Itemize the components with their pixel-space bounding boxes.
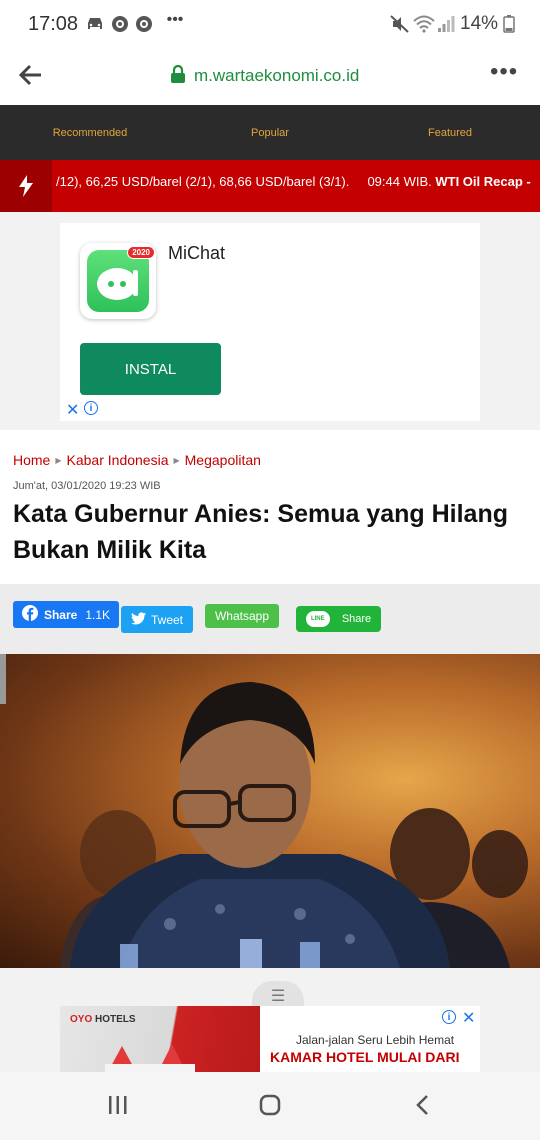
close-icon[interactable]: ✕ bbox=[66, 400, 79, 420]
app-name: MiChat bbox=[168, 243, 226, 263]
news-ticker[interactable]: /12), 66,25 USD/barel (2/1), 68,66 USD/b… bbox=[0, 160, 540, 212]
bottom-ad-area: ☰ OYO HOTELS Jalan-jalan Seru Lebih Hema… bbox=[0, 968, 540, 1072]
browser-bar: m.wartaekonomi.co.id ••• bbox=[0, 50, 540, 105]
line-icon: LINE bbox=[305, 611, 330, 627]
url-bar[interactable]: m.wartaekonomi.co.id bbox=[170, 64, 359, 88]
tab-popular[interactable]: Popular bbox=[180, 105, 360, 160]
article-photo bbox=[0, 654, 540, 968]
tab-recommended[interactable]: Recommended bbox=[0, 105, 180, 160]
twitter-share-label: Tweet bbox=[150, 612, 183, 627]
triangle-right-icon: ▶ bbox=[173, 455, 180, 465]
ad-bottom-image: OYO HOTELS bbox=[60, 1006, 260, 1072]
article-title: Kata Gubernur Anies: Semua yang Hilang B… bbox=[13, 500, 509, 564]
info-icon[interactable]: i bbox=[84, 401, 98, 415]
michat-logo-icon: 2020 bbox=[87, 246, 155, 312]
battery-percent: 14% bbox=[460, 13, 499, 34]
record-icon bbox=[110, 14, 130, 34]
ticker-time: 09:44 WIB. bbox=[367, 174, 432, 189]
more-dots-icon[interactable]: ••• bbox=[490, 58, 518, 86]
more-dots-icon: ••• bbox=[166, 11, 184, 28]
facebook-share-label: Share bbox=[43, 607, 78, 622]
triangle-right-icon: ▶ bbox=[55, 455, 62, 465]
back-arrow-icon[interactable] bbox=[18, 62, 48, 92]
install-button[interactable]: INSTAL bbox=[80, 343, 221, 395]
system-navigation-bar bbox=[0, 1072, 540, 1140]
record-icon bbox=[134, 14, 154, 34]
back-icon[interactable] bbox=[404, 1088, 440, 1122]
recent-apps-icon[interactable] bbox=[100, 1088, 136, 1122]
breadcrumb-kabar-indonesia[interactable]: Kabar Indonesia bbox=[67, 452, 169, 468]
scroll-edge-indicator bbox=[0, 654, 6, 704]
battery-icon bbox=[502, 14, 516, 34]
breadcrumb-home[interactable]: Home bbox=[13, 452, 50, 468]
facebook-icon bbox=[21, 605, 38, 624]
line-share-button[interactable]: LINE Share bbox=[296, 606, 381, 632]
whatsapp-share-button[interactable]: Whatsapp bbox=[205, 604, 279, 628]
status-bar: 17:08 ••• 14% bbox=[0, 0, 540, 50]
ticker-text: /12), 66,25 USD/barel (2/1), 68,66 USD/b… bbox=[56, 174, 531, 189]
tab-featured[interactable]: Featured bbox=[360, 105, 540, 160]
share-bar: Share 1.1K Tweet Whatsapp LINE Share bbox=[0, 584, 540, 654]
ad-banner-bottom[interactable]: OYO HOTELS Jalan-jalan Seru Lebih Hemat … bbox=[60, 1006, 480, 1072]
signal-icon bbox=[436, 14, 456, 34]
info-icon[interactable]: i bbox=[442, 1010, 456, 1024]
ticker-body: /12), 66,25 USD/barel (2/1), 68,66 USD/b… bbox=[56, 174, 350, 189]
twitter-share-button[interactable]: Tweet bbox=[121, 606, 193, 633]
app-badge: 2020 bbox=[127, 246, 155, 259]
home-icon[interactable] bbox=[252, 1088, 288, 1122]
lock-icon bbox=[170, 64, 186, 88]
mute-vibrate-icon bbox=[389, 14, 411, 34]
wifi-icon bbox=[413, 14, 435, 34]
url-text: m.wartaekonomi.co.id bbox=[194, 66, 360, 85]
facebook-share-button[interactable]: Share 1.1K bbox=[13, 601, 119, 628]
ad-bottom-tagline: Jalan-jalan Seru Lebih Hemat bbox=[296, 1033, 455, 1047]
breadcrumb-megapolitan[interactable]: Megapolitan bbox=[185, 452, 261, 468]
category-nav: Recommended Popular Featured bbox=[0, 105, 540, 160]
twitter-icon bbox=[130, 611, 146, 628]
article-header: Home ▶ Kabar Indonesia ▶ Megapolitan Jum… bbox=[0, 430, 540, 584]
car-icon bbox=[84, 14, 106, 34]
breadcrumb: Home ▶ Kabar Indonesia ▶ Megapolitan bbox=[13, 452, 261, 468]
status-time: 17:08 bbox=[28, 13, 79, 35]
ticker-headline[interactable]: WTI Oil Recap - bbox=[435, 174, 530, 189]
ad-bottom-headline: KAMAR HOTEL MULAI DARI bbox=[270, 1049, 460, 1065]
facebook-share-count: 1.1K bbox=[85, 607, 111, 622]
app-icon[interactable]: 2020 bbox=[80, 243, 156, 319]
ad-banner-top[interactable]: 2020 MiChat INSTAL ✕ i bbox=[60, 223, 480, 421]
line-share-label: Share bbox=[341, 613, 372, 625]
lightning-icon bbox=[0, 160, 52, 212]
article-date: Jum'at, 03/01/2020 19:23 WIB bbox=[13, 480, 161, 492]
close-icon[interactable]: ✕ bbox=[462, 1008, 475, 1028]
